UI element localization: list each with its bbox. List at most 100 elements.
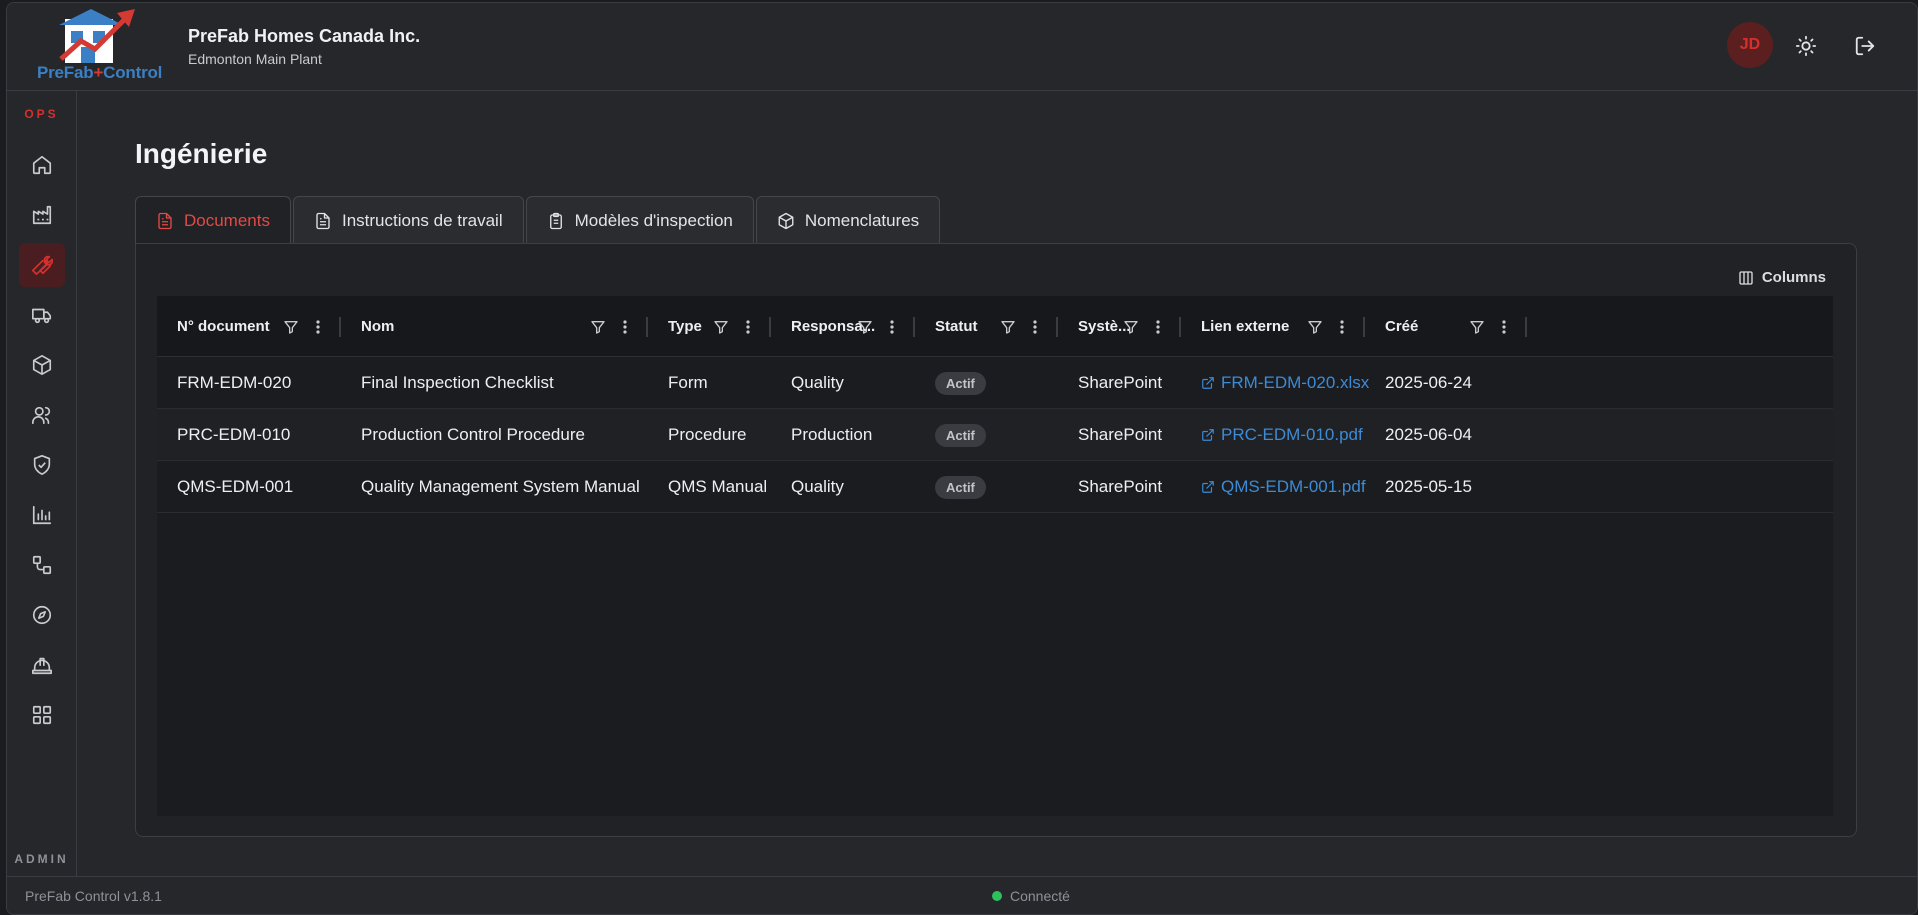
column-menu-icon[interactable] xyxy=(1151,319,1165,335)
cell-text: QMS-EDM-001 xyxy=(177,477,294,496)
status-badge: Actif xyxy=(935,371,986,395)
workflow-icon xyxy=(32,555,52,575)
column-menu-icon[interactable] xyxy=(885,319,899,335)
plant-name: Edmonton Main Plant xyxy=(188,51,322,67)
external-link-label: QMS-EDM-001.pdf xyxy=(1221,477,1366,496)
table-cell: 2025-06-24 xyxy=(1385,357,1472,409)
column-header[interactable]: N° document xyxy=(157,296,341,357)
columns-button-label: Columns xyxy=(1761,269,1826,286)
cell-text: Production Control Procedure xyxy=(361,425,585,444)
table-cell: Quality Management System Manual xyxy=(361,461,640,513)
cell-text: Final Inspection Checklist xyxy=(361,373,554,392)
external-link[interactable]: FRM-EDM-020.xlsx xyxy=(1201,373,1369,393)
tab-documents[interactable]: Documents xyxy=(135,196,291,244)
sidebar-item-home[interactable] xyxy=(19,143,65,187)
user-avatar[interactable]: JD xyxy=(1727,22,1773,68)
table-header: N° document Nom Type Responsa... Statut Systè… xyxy=(157,296,1833,357)
table-cell: FRM-EDM-020 xyxy=(177,357,291,409)
column-header[interactable]: Type xyxy=(648,296,771,357)
tab-bill-of-materials[interactable]: Nomenclatures xyxy=(755,196,941,244)
cell-text: 2025-06-04 xyxy=(1385,425,1472,444)
table-cell: PRC-EDM-010.pdf xyxy=(1201,409,1363,461)
column-menu-icon[interactable] xyxy=(1028,319,1042,335)
status-badge: Actif xyxy=(935,423,986,447)
cell-text: QMS Manual xyxy=(668,477,768,496)
column-header[interactable]: Créé xyxy=(1365,296,1527,357)
column-header-label: Type xyxy=(668,318,702,335)
filter-icon[interactable] xyxy=(857,319,873,335)
company-info: PreFab Homes Canada Inc. Edmonton Main P… xyxy=(188,26,420,67)
clipboard-list-icon xyxy=(549,212,562,229)
filter-icon[interactable] xyxy=(1307,319,1323,335)
cell-text: Quality xyxy=(791,477,844,496)
sidebar-item-inventory[interactable] xyxy=(19,343,65,387)
connection-status-label: Connecté xyxy=(1010,888,1070,904)
column-header-label: Créé xyxy=(1385,318,1419,335)
sidebar-item-quality[interactable] xyxy=(19,443,65,487)
sidebar-item-safety[interactable] xyxy=(19,643,65,687)
filter-icon[interactable] xyxy=(713,319,729,335)
table-cell: QMS Manual xyxy=(668,461,767,513)
tab-work-instructions[interactable]: Instructions de travail xyxy=(292,196,524,244)
column-menu-icon[interactable] xyxy=(1497,319,1511,335)
tab-bar: Documents Instructions de travail Modèle… xyxy=(135,196,942,244)
sidebar-item-factory[interactable] xyxy=(19,193,65,237)
cell-text: SharePoint xyxy=(1078,425,1163,444)
sidebar-item-users[interactable] xyxy=(19,393,65,437)
company-name: PreFab Homes Canada Inc. xyxy=(188,26,421,46)
sidebar-item-explore[interactable] xyxy=(19,593,65,637)
tab-inspection-templates[interactable]: Modèles d'inspection xyxy=(525,196,754,244)
column-resize-handle[interactable] xyxy=(1525,317,1527,337)
users-icon xyxy=(32,406,51,425)
column-menu-icon[interactable] xyxy=(1335,319,1349,335)
sidebar-item-apps[interactable] xyxy=(19,693,65,737)
theme-toggle-sun-icon[interactable] xyxy=(1793,33,1819,59)
filter-icon[interactable] xyxy=(1469,319,1485,335)
filter-icon[interactable] xyxy=(1000,319,1016,335)
documents-panel: Columns N° document Nom Type Responsa... Sta… xyxy=(135,243,1857,837)
cell-text: SharePoint xyxy=(1078,477,1163,496)
truck-icon xyxy=(32,308,52,324)
filter-icon[interactable] xyxy=(590,319,606,335)
table-cell: Form xyxy=(668,357,708,409)
column-header[interactable]: Nom xyxy=(341,296,648,357)
page-title: Ingénierie xyxy=(135,138,268,169)
tab-work-instructions-label: Instructions de travail xyxy=(341,210,503,230)
column-header[interactable]: Responsa... xyxy=(771,296,915,357)
grid-icon xyxy=(32,705,52,725)
table-cell: Production Control Procedure xyxy=(361,409,585,461)
sidebar-item-reports[interactable] xyxy=(19,493,65,537)
status-dot-icon xyxy=(992,891,1002,901)
column-header-label: Nom xyxy=(361,318,395,335)
column-header[interactable]: Lien externe xyxy=(1181,296,1365,357)
filter-icon[interactable] xyxy=(1123,319,1139,335)
app-header: PreFab+Control PreFab Homes Canada Inc. … xyxy=(7,3,1917,91)
column-header[interactable]: Systè... xyxy=(1058,296,1181,357)
column-menu-icon[interactable] xyxy=(741,319,755,335)
sidebar-item-engineering[interactable] xyxy=(19,243,65,287)
column-menu-icon[interactable] xyxy=(618,319,632,335)
column-menu-icon[interactable] xyxy=(311,319,325,335)
tab-inspection-templates-label: Modèles d'inspection xyxy=(574,210,733,230)
wrench-icon xyxy=(32,255,53,275)
table-cell: FRM-EDM-020.xlsx xyxy=(1201,357,1369,409)
table-row[interactable]: FRM-EDM-020 Final Inspection Checklist For… xyxy=(157,357,1833,409)
status-bar: PreFab Control v1.8.1 Connecté xyxy=(7,876,1917,914)
sidebar-item-delivery[interactable] xyxy=(19,293,65,337)
column-header[interactable]: Statut xyxy=(915,296,1058,357)
hard-hat-icon xyxy=(32,657,52,675)
table-row[interactable]: QMS-EDM-001 Quality Management System Man… xyxy=(157,461,1833,513)
table-row[interactable]: PRC-EDM-010 Production Control Procedure P… xyxy=(157,409,1833,461)
app-window: PreFab+Control PreFab Homes Canada Inc. … xyxy=(6,2,1918,915)
filter-icon[interactable] xyxy=(283,319,299,335)
package-icon xyxy=(778,212,794,229)
factory-icon xyxy=(32,205,52,225)
table-cell: 2025-06-04 xyxy=(1385,409,1472,461)
cell-text: Quality Management System Manual xyxy=(361,477,640,496)
external-link[interactable]: PRC-EDM-010.pdf xyxy=(1201,425,1363,445)
external-link[interactable]: QMS-EDM-001.pdf xyxy=(1201,477,1366,497)
columns-button[interactable]: Columns xyxy=(1738,269,1826,286)
logout-icon[interactable] xyxy=(1852,33,1878,59)
table-cell: 2025-05-15 xyxy=(1385,461,1472,513)
sidebar-item-workflow[interactable] xyxy=(19,543,65,587)
